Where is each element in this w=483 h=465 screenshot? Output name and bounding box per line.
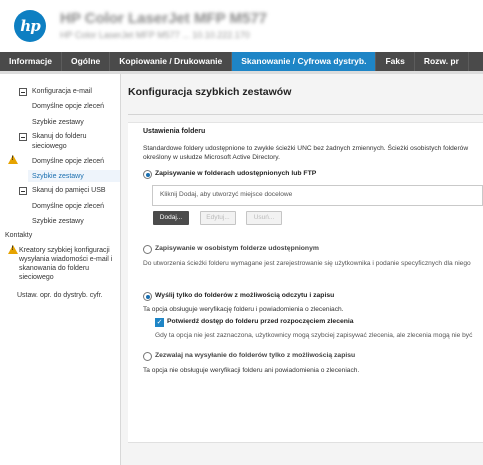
sidebar-item-folder-defaults[interactable]: Domyślne opcje zleceń	[32, 157, 104, 166]
radio-personal-folder[interactable]	[143, 245, 152, 254]
sidebar-item-folder[interactable]: Skanuj do folderu	[32, 132, 86, 141]
warning-icon	[8, 155, 18, 164]
verify-access-description: Gdy ta opcja nie jest zaznaczona, użytko…	[155, 332, 473, 339]
verify-access-label[interactable]: Potwierdź dostęp do folderu przed rozpoc…	[167, 318, 354, 325]
radio-read-write[interactable]	[143, 292, 152, 301]
collapse-usb-icon[interactable]	[19, 187, 27, 195]
sidebar-item-wizards-line4[interactable]: sieciowego	[19, 273, 54, 282]
sidebar-item-settings[interactable]: Ustaw. opr. do dystryb. cyfr.	[17, 291, 103, 300]
collapse-folder-icon[interactable]	[19, 133, 27, 141]
tab-skanowanie[interactable]: Skanowanie / Cyfrowa dystryb.	[232, 52, 377, 71]
printer-name: HP Color LaserJet MFP M577	[60, 10, 268, 27]
radio-write-only-label[interactable]: Zezwalaj na wysyłanie do folderów tylko …	[155, 352, 355, 359]
sidebar-item-folder-line2[interactable]: sieciowego	[32, 142, 67, 151]
sidebar-item-usb-quicksets[interactable]: Szybkie zestawy	[32, 217, 84, 226]
tab-informacje[interactable]: Informacje	[0, 52, 62, 71]
sidebar-item-email-defaults[interactable]: Domyślne opcje zleceń	[32, 102, 104, 111]
top-nav: Informacje Ogólne Kopiowanie / Drukowani…	[0, 52, 483, 71]
add-button[interactable]: Dodaj...	[153, 211, 189, 225]
sidebar-item-email-config[interactable]: Konfiguracja e-mail	[32, 87, 92, 96]
sidebar-item-usb[interactable]: Skanuj do pamięci USB	[32, 186, 106, 195]
printer-subtitle: HP Color LaserJet MFP M577 ... 10.10.222…	[60, 30, 250, 40]
section-description-line2: określony w usłudze Microsoft Active Dir…	[143, 154, 280, 161]
tab-rozwiazywanie[interactable]: Rozw. pr	[415, 52, 469, 71]
panel-bottom-divider	[128, 442, 483, 443]
radio-personal-folder-label[interactable]: Zapisywanie w osobistym folderze udostęp…	[155, 245, 319, 252]
tab-ogolne[interactable]: Ogólne	[62, 52, 111, 71]
header: hp HP Color LaserJet MFP M577 HP Color L…	[0, 0, 483, 52]
sidebar-item-usb-defaults[interactable]: Domyślne opcje zleceń	[32, 202, 104, 211]
hp-logo: hp	[14, 10, 46, 42]
sidebar-item-wizards-line3[interactable]: skanowania do folderu	[19, 264, 89, 273]
remove-button[interactable]: Usuń...	[246, 211, 282, 225]
verify-access-checkbox[interactable]: ✓	[155, 318, 164, 327]
radio-shared-folders[interactable]	[143, 170, 152, 179]
tab-faks[interactable]: Faks	[376, 52, 415, 71]
sidebar-item-folder-quicksets[interactable]: Szybkie zestawy	[32, 172, 84, 181]
page-title: Konfiguracja szybkich zestawów	[128, 86, 292, 98]
tab-kopiowanie[interactable]: Kopiowanie / Drukowanie	[110, 52, 233, 71]
radio-write-only[interactable]	[143, 352, 152, 361]
sidebar-item-wizards-line2[interactable]: wysyłania wiadomości e-mail i	[19, 255, 112, 264]
section-title: Ustawienia folderu	[143, 128, 206, 135]
edit-button[interactable]: Edytuj...	[200, 211, 236, 225]
sidebar-item-contacts[interactable]: Kontakty	[5, 231, 32, 240]
read-write-description: Ta opcja obsługuje weryfikację folderu i…	[143, 306, 344, 313]
radio-shared-folders-label[interactable]: Zapisywanie w folderach udostępnionych l…	[155, 170, 316, 177]
destinations-list-placeholder: Kliknij Dodaj, aby utworzyć miejsce doce…	[160, 191, 293, 198]
title-divider	[128, 114, 483, 115]
sidebar-item-email-quicksets[interactable]: Szybkie zestawy	[32, 118, 84, 127]
logo-text: hp	[20, 17, 40, 35]
sidebar-item-wizards[interactable]: Kreatory szybkiej konfiguracji	[19, 246, 110, 255]
personal-folder-description: Do utworzenia ścieżki folderu wymagane j…	[143, 260, 471, 267]
write-only-description: Ta opcja nie obsługuje weryfikacji folde…	[143, 367, 360, 374]
radio-read-write-label[interactable]: Wyślij tylko do folderów z możliwością o…	[155, 292, 334, 299]
collapse-email-icon[interactable]	[19, 88, 27, 96]
warning-icon	[8, 245, 18, 254]
